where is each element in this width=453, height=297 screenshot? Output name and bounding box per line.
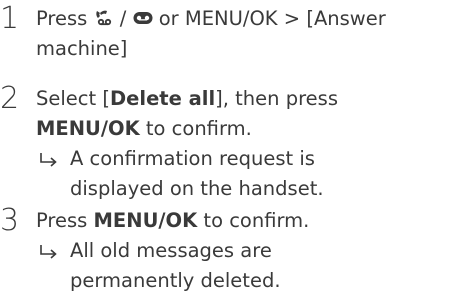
confirm-text: to confirm. <box>197 209 310 232</box>
result-line: permanently deleted. <box>70 269 281 292</box>
result-line: displayed on the handset. <box>70 177 324 200</box>
step-line: MENU/OK to confirm. <box>36 114 453 144</box>
then-press-text: ], then press <box>215 87 339 110</box>
result-line: A confirmation request is <box>70 147 315 170</box>
answer-machine-handset-icon <box>95 10 111 26</box>
confirm-text: to confirm. <box>139 117 252 140</box>
step-line: Press / or MENU/OK > [Answer <box>36 4 453 34</box>
menu-ok-key: MENU/OK <box>36 117 140 140</box>
result-note: All old messages are permanently deleted… <box>38 236 453 296</box>
step-line: machine] <box>36 37 128 60</box>
separator-text: / <box>119 7 127 30</box>
arrow-text: > <box>283 7 301 30</box>
select-text: Select [ <box>36 87 110 110</box>
step-number: 1 <box>0 1 20 36</box>
result-arrow-icon <box>40 153 57 167</box>
step-text: Press / or MENU/OK > [Answer machine] <box>36 4 453 64</box>
press-text: Press <box>36 209 94 232</box>
menu-path: [Answer <box>306 7 386 30</box>
result-note: A confirmation request is displayed on t… <box>38 144 453 204</box>
result-arrow-icon <box>40 245 57 259</box>
delete-all-option: Delete all <box>109 87 216 110</box>
step-line: Press MENU/OK to confirm. <box>36 206 453 236</box>
result-line: All old messages are <box>70 239 272 262</box>
instruction-document: 1 Press / or MENU/OK > [Answer machine] … <box>0 0 453 297</box>
step-number: 3 <box>0 203 20 238</box>
step-line: Select [Delete all], then press <box>36 84 453 114</box>
voicemail-icon <box>133 12 153 24</box>
menu-ok-key: MENU/OK <box>184 7 278 30</box>
or-text: or <box>158 7 179 30</box>
press-text: Press <box>36 7 88 30</box>
step-number: 2 <box>0 81 20 116</box>
menu-ok-key: MENU/OK <box>93 209 198 232</box>
step-text: Select [Delete all], then press MENU/OK … <box>36 84 453 204</box>
step-text: Press MENU/OK to confirm. All old messag… <box>36 206 453 296</box>
